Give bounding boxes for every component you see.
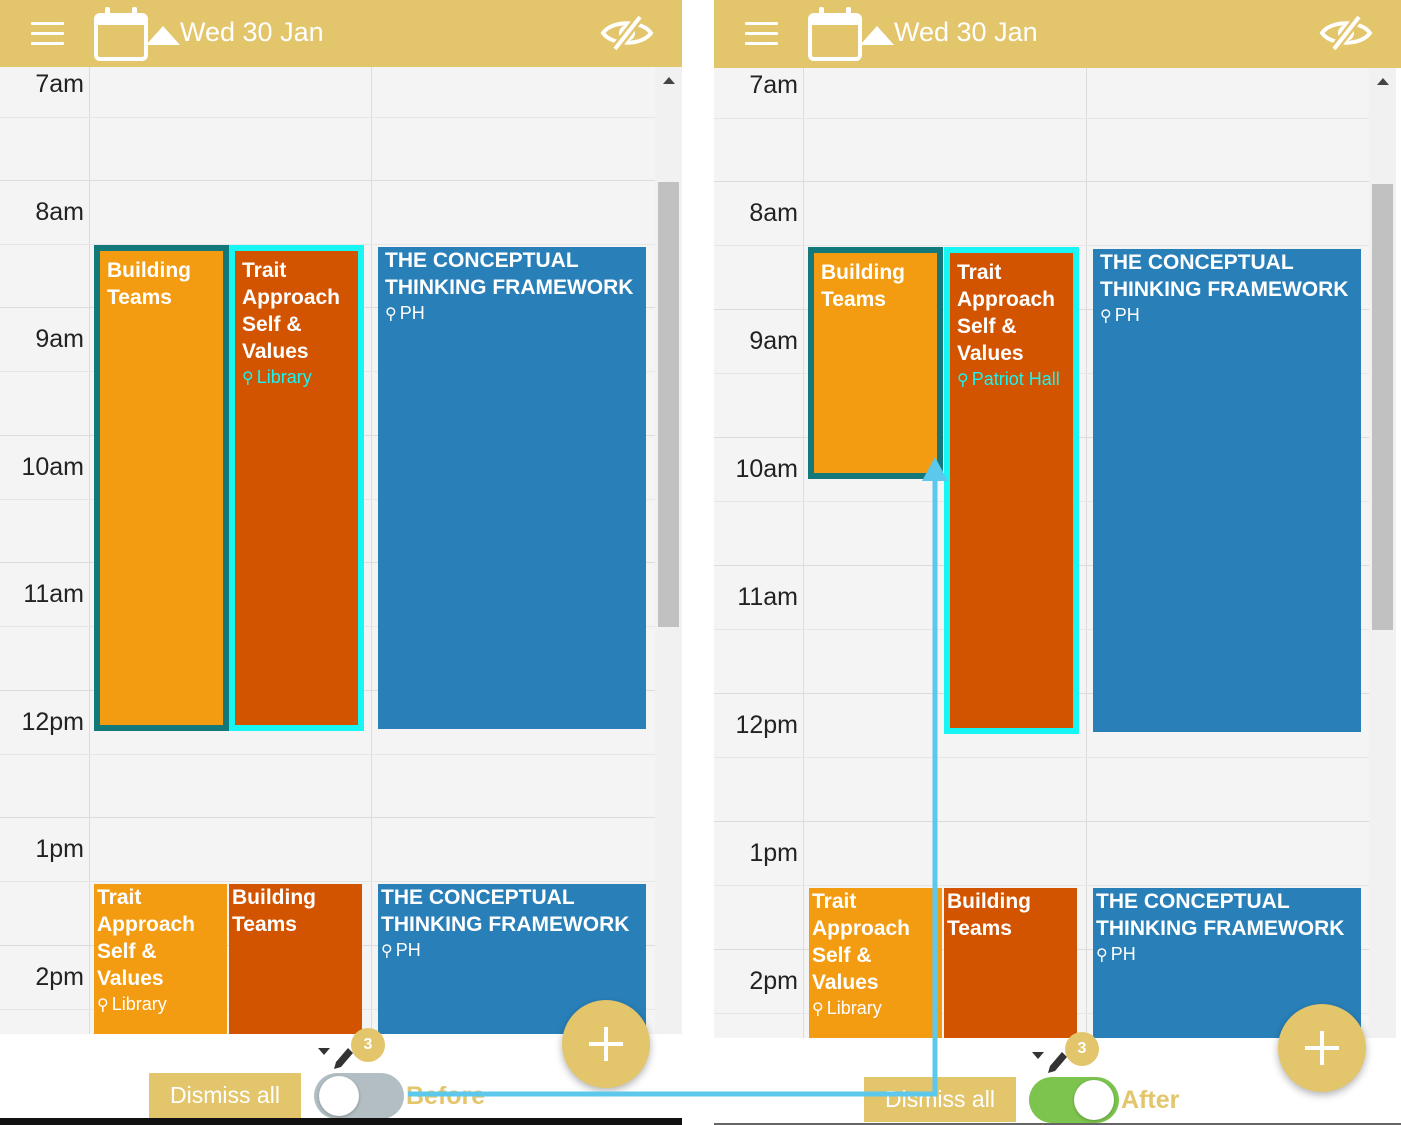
action-footer: 3 Dismiss all After <box>714 1004 1401 1125</box>
event-conceptual-thinking[interactable]: THE CONCEPTUAL THINKING FRAMEWORK ⚲ PH <box>1093 249 1361 732</box>
hour-label: 11am <box>737 583 798 611</box>
map-pin-icon: ⚲ <box>957 372 969 389</box>
action-footer: 3 Dismiss all Before <box>0 1000 682 1125</box>
event-location: ⚲ PH <box>381 938 643 964</box>
toggle-label: After <box>1121 1086 1180 1114</box>
before-after-toggle[interactable] <box>1029 1077 1119 1123</box>
event-trait-approach[interactable]: Trait Approach Self & Values ⚲ Library <box>809 888 942 1038</box>
notification-badge: 3 <box>1065 1032 1099 1066</box>
date-title[interactable]: Wed 30 Jan <box>180 16 324 48</box>
scroll-thumb[interactable] <box>658 182 679 627</box>
map-pin-icon: ⚲ <box>381 943 393 960</box>
event-building-teams[interactable]: Building Teams <box>229 884 362 1034</box>
hour-label: 1pm <box>749 839 798 867</box>
app-header: Wed 30 Jan <box>0 0 682 67</box>
pencil-icon[interactable] <box>1032 1046 1068 1076</box>
event-building-teams[interactable]: Building Teams <box>94 245 229 731</box>
event-location: ⚲ Patriot Hall <box>957 367 1066 393</box>
event-location: ⚲ Library <box>97 992 224 1018</box>
event-location: ⚲ PH <box>385 301 639 327</box>
hour-label: 8am <box>35 198 84 226</box>
add-event-button[interactable] <box>562 1000 650 1088</box>
eye-slash-icon[interactable] <box>600 14 654 52</box>
hour-label: 7am <box>35 70 84 98</box>
scroll-up-arrow-icon[interactable] <box>663 77 675 84</box>
scroll-thumb[interactable] <box>1372 184 1393 630</box>
event-trait-approach[interactable]: Trait Approach Self & Values ⚲ Library <box>94 884 227 1034</box>
hour-label: 10am <box>735 455 798 483</box>
hamburger-icon[interactable] <box>745 22 778 46</box>
app-header: Wed 30 Jan <box>714 0 1401 68</box>
hour-label: 2pm <box>749 967 798 995</box>
dismiss-all-button[interactable]: Dismiss all <box>864 1077 1016 1122</box>
calendar-panel-after: Wed 30 Jan 7am 8am 9am 10am 11am 12pm 1p… <box>714 0 1401 1125</box>
hour-label: 7am <box>749 71 798 99</box>
map-pin-icon: ⚲ <box>385 306 397 323</box>
event-location: ⚲ Library <box>812 996 939 1022</box>
hour-label: 8am <box>749 199 798 227</box>
map-pin-icon: ⚲ <box>1100 308 1112 325</box>
hour-label: 12pm <box>21 708 84 736</box>
toggle-label: Before <box>406 1082 486 1110</box>
event-trait-approach[interactable]: Trait Approach Self & Values ⚲ Library <box>229 245 364 731</box>
event-conceptual-thinking[interactable]: THE CONCEPTUAL THINKING FRAMEWORK ⚲ PH <box>378 247 646 729</box>
pencil-icon[interactable] <box>318 1042 354 1072</box>
map-pin-icon: ⚲ <box>1096 947 1108 964</box>
caret-up-icon[interactable] <box>146 26 180 45</box>
hamburger-icon[interactable] <box>31 22 64 46</box>
hour-label: 9am <box>749 327 798 355</box>
hour-label: 10am <box>21 453 84 481</box>
dismiss-all-button[interactable]: Dismiss all <box>149 1073 301 1118</box>
scroll-up-arrow-icon[interactable] <box>1377 78 1389 85</box>
day-grid[interactable]: 7am 8am 9am 10am 11am 12pm 1pm 2pm Build… <box>0 67 655 1034</box>
date-title[interactable]: Wed 30 Jan <box>894 16 1038 48</box>
hour-label: 1pm <box>35 835 84 863</box>
map-pin-icon: ⚲ <box>97 997 109 1014</box>
add-event-button[interactable] <box>1278 1004 1366 1092</box>
event-building-teams[interactable]: Building Teams <box>808 247 943 479</box>
calendar-icon[interactable] <box>808 5 862 61</box>
hour-label: 2pm <box>35 963 84 991</box>
hour-label: 11am <box>23 580 84 608</box>
scrollbar[interactable] <box>1369 68 1396 1038</box>
event-location: ⚲ PH <box>1100 303 1354 329</box>
event-location: ⚲ PH <box>1096 942 1358 968</box>
day-grid[interactable]: 7am 8am 9am 10am 11am 12pm 1pm 2pm Build… <box>714 68 1369 1038</box>
hour-label: 9am <box>35 325 84 353</box>
calendar-panel-before: Wed 30 Jan 7am 8am 9am 10am 11am 12pm 1p… <box>0 0 682 1125</box>
scrollbar[interactable] <box>655 67 682 1034</box>
eye-slash-icon[interactable] <box>1319 14 1373 52</box>
map-pin-icon: ⚲ <box>812 1001 824 1018</box>
event-trait-approach[interactable]: Trait Approach Self & Values ⚲ Patriot Ha… <box>944 247 1079 734</box>
hour-label: 12pm <box>735 711 798 739</box>
calendar-icon[interactable] <box>94 5 148 61</box>
event-building-teams[interactable]: Building Teams <box>944 888 1077 1038</box>
before-after-toggle[interactable] <box>314 1073 404 1119</box>
notification-badge: 3 <box>351 1028 385 1062</box>
event-location: ⚲ Library <box>242 365 351 391</box>
map-pin-icon: ⚲ <box>242 370 254 387</box>
caret-up-icon[interactable] <box>860 26 894 45</box>
